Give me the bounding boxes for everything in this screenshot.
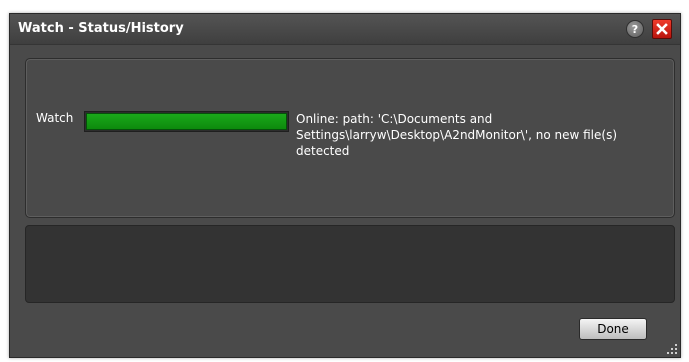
watch-status-dialog: Watch - Status/History ? Watch Online: p… <box>9 13 681 358</box>
close-icon <box>656 23 668 35</box>
watch-progress-bar <box>84 111 289 132</box>
resize-grip-icon[interactable] <box>666 343 678 355</box>
status-panel: Watch Online: path: 'C:\Documents and Se… <box>25 58 675 218</box>
dialog-title: Watch - Status/History <box>18 21 184 36</box>
status-message: Online: path: 'C:\Documents and Settings… <box>296 112 618 158</box>
watch-label: Watch <box>36 111 74 125</box>
title-bar[interactable]: Watch - Status/History ? <box>10 14 680 45</box>
history-panel[interactable] <box>25 225 675 303</box>
done-button[interactable]: Done <box>579 318 647 340</box>
help-button[interactable]: ? <box>626 20 644 38</box>
close-button[interactable] <box>652 19 672 39</box>
progress-fill <box>86 113 287 130</box>
question-icon: ? <box>631 23 639 36</box>
